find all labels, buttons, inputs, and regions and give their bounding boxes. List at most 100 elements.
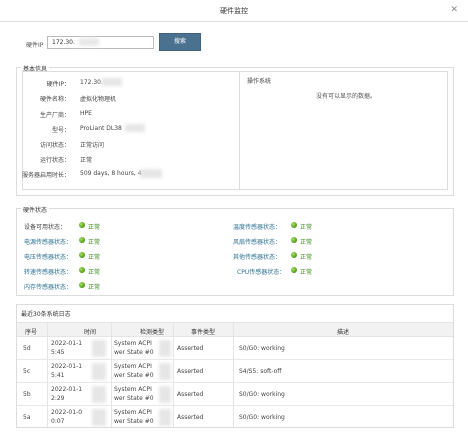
table-row[interactable]: 5b 2022-01-1 2:29 System ACPI wer State …	[17, 383, 453, 406]
cell-description: S0/G0: working	[239, 391, 285, 398]
status-value-cpu: 正常	[300, 269, 313, 276]
ok-status-icon	[79, 267, 85, 273]
ip-value-redacted	[102, 78, 122, 86]
cell-check-type: wer State #0	[114, 395, 154, 402]
field-label-run: 运行状态：	[39, 157, 70, 164]
time-redacted	[92, 363, 106, 380]
type-redacted	[159, 386, 171, 403]
field-value-access: 正常访问	[80, 142, 105, 149]
status-label-power[interactable]: 电源传感器状态：	[24, 237, 72, 246]
status-label-rpm[interactable]: 转速传感器状态：	[24, 267, 72, 276]
os-panel	[239, 71, 448, 190]
close-icon[interactable]: ✕	[450, 5, 458, 15]
time-redacted	[92, 409, 106, 426]
cell-check-type: System ACPI	[114, 409, 152, 416]
cell-description: S0/G0: working	[239, 345, 285, 352]
col-header-id[interactable]: 序号	[23, 327, 39, 336]
cell-description: S4/S5: soft-off	[239, 368, 282, 375]
uptime-value-redacted	[140, 169, 162, 178]
cell-time: 0:07	[51, 418, 65, 425]
ok-status-icon	[291, 252, 297, 258]
window-title: 硬件监控	[220, 7, 248, 15]
system-log-panel: 最近30条系统日志 序号 时间 检测类型 事件类型 描述 5d 2022-01-…	[16, 304, 454, 428]
cell-time: 2022-01-1	[51, 386, 83, 393]
ok-status-icon	[79, 282, 85, 288]
field-label-ip: 硬件IP：	[46, 81, 70, 88]
ok-status-icon	[79, 222, 85, 228]
cell-event-type: Asserted	[177, 368, 204, 375]
cell-time: 5:41	[51, 372, 65, 379]
ip-redacted	[79, 38, 99, 46]
ok-status-icon	[291, 267, 297, 273]
os-header: 操作系统	[247, 78, 272, 85]
field-label-vendor: 生产厂商：	[39, 112, 70, 119]
ok-status-icon	[79, 237, 85, 243]
status-value-rpm: 正常	[88, 269, 101, 276]
status-value-voltage: 正常	[88, 254, 101, 261]
cell-description: S0/G0: working	[239, 414, 285, 421]
field-value-model: ProLiant DL38	[80, 125, 122, 132]
cell-time: 5:45	[51, 349, 65, 356]
col-header-time[interactable]: 时间	[77, 327, 103, 336]
ip-label: 硬件IP	[26, 42, 44, 49]
status-label-fan[interactable]: 风扇传感器状态：	[233, 237, 281, 246]
cell-check-type: wer State #0	[114, 418, 154, 425]
status-value-device: 正常	[88, 224, 101, 231]
cell-event-type: Asserted	[177, 345, 204, 352]
field-label-name: 硬件名称：	[39, 96, 70, 103]
field-label-uptime: 服务器启用时长：	[21, 172, 70, 179]
field-label-access: 访问状态：	[39, 142, 70, 149]
cell-id: 5b	[23, 391, 31, 398]
type-redacted	[159, 340, 171, 357]
field-value-vendor: HPE	[80, 110, 92, 117]
log-table-header: 序号 时间 检测类型 事件类型 描述	[17, 322, 453, 337]
col-header-description[interactable]: 描述	[331, 327, 355, 336]
type-redacted	[159, 409, 171, 426]
type-redacted	[159, 363, 171, 380]
log-title: 最近30条系统日志	[21, 311, 71, 318]
table-row[interactable]: 5d 2022-01-1 5:45 System ACPI wer State …	[17, 337, 453, 360]
hardware-status-legend: 硬件状态	[21, 205, 50, 214]
status-value-other: 正常	[300, 254, 313, 261]
col-header-check-type[interactable]: 检测类型	[134, 327, 170, 336]
time-redacted	[92, 386, 106, 403]
model-value-redacted	[125, 124, 145, 132]
table-row[interactable]: 5c 2022-01-1 5:41 System ACPI wer State …	[17, 360, 453, 383]
cell-event-type: Asserted	[177, 414, 204, 421]
status-label-cpu[interactable]: CPU传感器状态：	[237, 267, 285, 276]
cell-check-type: System ACPI	[114, 340, 152, 347]
field-value-ip: 172.30.	[80, 79, 103, 86]
cell-id: 5a	[23, 414, 31, 421]
field-value-name: 虚拟化物理机	[80, 96, 117, 103]
cell-check-type: System ACPI	[114, 386, 152, 393]
ok-status-icon	[79, 252, 85, 258]
status-label-memory[interactable]: 内存传感器状态：	[24, 282, 72, 291]
cell-time: 2:29	[51, 395, 65, 402]
ip-input[interactable]: 172.30.	[47, 36, 154, 49]
field-label-model: 型号：	[51, 127, 70, 134]
field-value-uptime: 509 days, 8 hours, 4	[80, 170, 142, 177]
search-button[interactable]: 搜索	[159, 33, 201, 51]
cell-time: 2022-01-1	[51, 363, 83, 370]
cell-time: 2022-01-1	[51, 340, 83, 347]
status-label-voltage[interactable]: 电压传感器状态：	[24, 252, 72, 261]
col-header-event-type[interactable]: 事件类型	[185, 327, 221, 336]
table-row[interactable]: 5a 2022-01-0 0:07 System ACPI wer State …	[17, 406, 453, 427]
field-value-run: 正常	[80, 157, 93, 164]
os-empty-message: 没有可以显示的数据。	[315, 93, 376, 100]
cell-check-type: System ACPI	[114, 363, 152, 370]
ok-status-icon	[291, 237, 297, 243]
window-titlebar: 硬件监控 ✕	[0, 0, 468, 22]
cell-event-type: Asserted	[177, 391, 204, 398]
cell-time: 2022-01-0	[51, 409, 83, 416]
cell-id: 5c	[23, 368, 31, 375]
cell-id: 5d	[23, 345, 31, 352]
cell-check-type: wer State #0	[114, 372, 154, 379]
ok-status-icon	[291, 222, 297, 228]
status-value-memory: 正常	[88, 284, 101, 291]
status-label-temperature[interactable]: 温度传感器状态：	[233, 222, 281, 231]
status-label-other[interactable]: 其他传感器状态：	[233, 252, 281, 261]
time-redacted	[92, 340, 106, 357]
status-label-device: 设备可用状态：	[24, 224, 67, 231]
status-value-power: 正常	[88, 239, 101, 246]
